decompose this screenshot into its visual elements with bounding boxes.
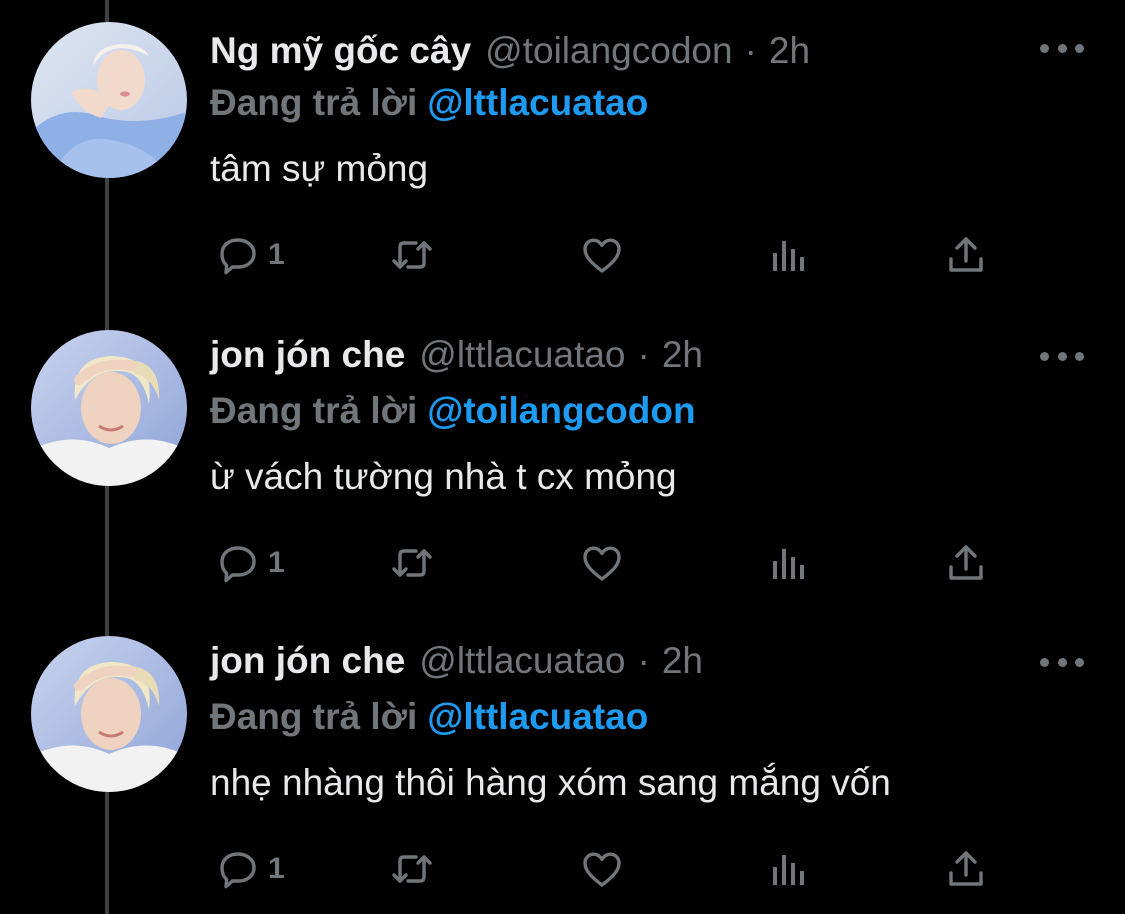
tweet-text: tâm sự mỏng: [210, 148, 429, 189]
reply-count: 1: [268, 852, 285, 885]
timestamp[interactable]: 2h: [769, 30, 810, 72]
retweet-button[interactable]: [388, 844, 436, 894]
tweet[interactable]: jon jón che @lttlacuatao · 2h Đang trả l…: [0, 306, 1125, 612]
tweet-text: nhẹ nhàng thôi hàng xóm sang mắng vốn: [210, 762, 891, 803]
retweet-icon: [392, 549, 432, 577]
tweet-header: jon jón che @lttlacuatao · 2h: [210, 334, 703, 384]
heart-icon: [583, 852, 621, 887]
replying-to: Đang trả lời @toilangcodon: [210, 390, 696, 432]
tweet-text: ừ vách tường nhà t cx mỏng: [210, 456, 677, 497]
share-button[interactable]: [942, 230, 990, 280]
avatar[interactable]: [31, 22, 187, 178]
comment-icon: [220, 852, 256, 889]
reply-button[interactable]: 1: [214, 230, 285, 280]
heart-icon: [583, 546, 621, 581]
user-handle[interactable]: @toilangcodon: [485, 30, 732, 72]
bar-chart-icon: [773, 241, 804, 271]
more-dots-icon[interactable]: [1040, 38, 1084, 58]
tweet-actions: 1: [210, 844, 1010, 894]
replying-to-mention[interactable]: @toilangcodon: [427, 390, 695, 431]
replying-to-mention[interactable]: @lttlacuatao: [427, 82, 648, 123]
replying-to: Đang trả lời @lttlacuatao: [210, 82, 648, 124]
like-button[interactable]: [578, 844, 626, 894]
like-button[interactable]: [578, 538, 626, 588]
retweet-icon: [392, 241, 432, 269]
tweet-header: Ng mỹ gốc cây @toilangcodon · 2h: [210, 30, 810, 80]
share-icon: [949, 545, 983, 580]
user-handle[interactable]: @lttlacuatao: [419, 334, 625, 376]
retweet-button[interactable]: [388, 230, 436, 280]
tweet-header: jon jón che @lttlacuatao · 2h: [210, 640, 703, 690]
display-name[interactable]: jon jón che: [210, 334, 405, 376]
reply-button[interactable]: 1: [214, 844, 285, 894]
user-handle[interactable]: @lttlacuatao: [419, 640, 625, 682]
share-button[interactable]: [942, 538, 990, 588]
comment-icon: [220, 238, 256, 275]
retweet-icon: [392, 855, 432, 883]
views-button[interactable]: [763, 844, 811, 894]
separator-dot: ·: [637, 640, 650, 681]
tweet[interactable]: Ng mỹ gốc cây @toilangcodon · 2h Đang tr…: [0, 0, 1125, 306]
replying-to: Đang trả lời @lttlacuatao: [210, 696, 648, 738]
more-dots-icon[interactable]: [1040, 652, 1084, 672]
display-name[interactable]: Ng mỹ gốc cây: [210, 30, 471, 72]
more-dots-icon[interactable]: [1040, 346, 1084, 366]
share-button[interactable]: [942, 844, 990, 894]
timestamp[interactable]: 2h: [662, 334, 703, 376]
tweet-actions: 1: [210, 538, 1010, 588]
share-icon: [949, 851, 983, 886]
bar-chart-icon: [773, 855, 804, 885]
avatar[interactable]: [31, 330, 187, 486]
avatar[interactable]: [31, 636, 187, 792]
replying-to-label: Đang trả lời: [210, 390, 418, 431]
replying-to-label: Đang trả lời: [210, 82, 418, 123]
replying-to-mention[interactable]: @lttlacuatao: [427, 696, 648, 737]
tweet-actions: 1: [210, 230, 1010, 280]
comment-icon: [220, 546, 256, 583]
retweet-button[interactable]: [388, 538, 436, 588]
display-name[interactable]: jon jón che: [210, 640, 405, 682]
separator-dot: ·: [637, 334, 650, 375]
heart-icon: [583, 238, 621, 273]
separator-dot: ·: [744, 30, 757, 71]
bar-chart-icon: [773, 549, 804, 579]
replying-to-label: Đang trả lời: [210, 696, 418, 737]
reply-button[interactable]: 1: [214, 538, 285, 588]
tweet[interactable]: jon jón che @lttlacuatao · 2h Đang trả l…: [0, 612, 1125, 914]
reply-count: 1: [268, 546, 285, 579]
share-icon: [949, 237, 983, 272]
timestamp[interactable]: 2h: [662, 640, 703, 682]
views-button[interactable]: [763, 230, 811, 280]
views-button[interactable]: [763, 538, 811, 588]
reply-thread: Ng mỹ gốc cây @toilangcodon · 2h Đang tr…: [0, 0, 1125, 914]
reply-count: 1: [268, 238, 285, 271]
like-button[interactable]: [578, 230, 626, 280]
